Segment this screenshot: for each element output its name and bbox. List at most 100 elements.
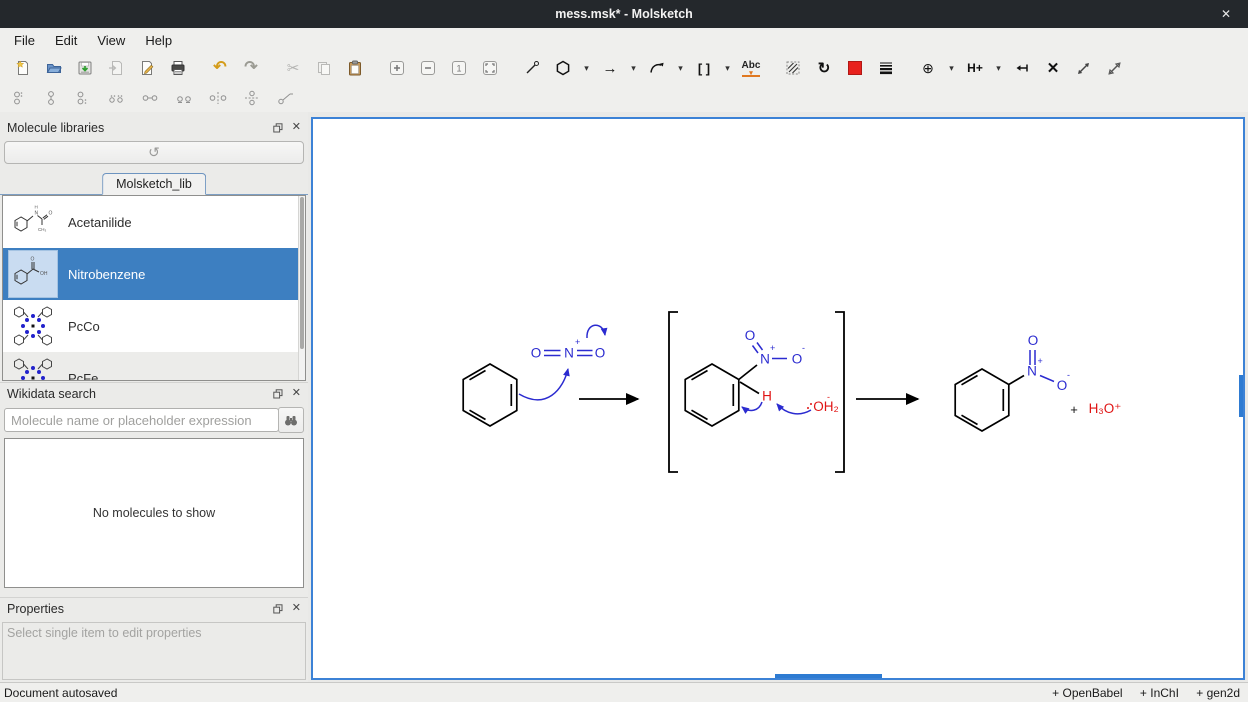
menu-help[interactable]: Help (135, 31, 182, 50)
atom-label-o[interactable]: O (595, 346, 606, 361)
undo-button[interactable]: ↶ (207, 55, 233, 81)
atom-label-h[interactable]: H (762, 389, 772, 404)
float-panel-icon[interactable] (273, 604, 283, 614)
canvas-horizontal-scrollbar-thumb[interactable] (775, 674, 882, 678)
atom-label-oh2[interactable]: OH₂ (813, 399, 839, 414)
connect-tool[interactable] (1009, 55, 1035, 81)
menu-view[interactable]: View (87, 31, 135, 50)
molecule-arrange-icon-8[interactable] (242, 90, 262, 106)
copy-button[interactable] (311, 55, 337, 81)
reaction-arrow-tool[interactable]: → (597, 55, 623, 81)
molecule-search-input[interactable] (4, 408, 279, 432)
ring-tool-dropdown[interactable]: ▾ (581, 63, 592, 74)
hydronium-label[interactable]: H₃O⁺ (1089, 401, 1122, 416)
atom-label-n[interactable]: N (1027, 364, 1037, 379)
atom-label-o[interactable]: O (531, 346, 542, 361)
nitronium-ion[interactable]: O N O + (531, 337, 606, 361)
window-title: mess.msk* - Molsketch (0, 0, 1248, 28)
window-close-icon[interactable]: ✕ (1212, 0, 1240, 28)
atom-label-o[interactable]: O (1057, 378, 1068, 393)
list-item-nitrobenzene[interactable]: OOH Nitrobenzene (3, 248, 305, 300)
mechanism-tool-1-icon (1076, 60, 1092, 76)
atom-label-n[interactable]: N (564, 346, 574, 361)
molecule-arrange-icon-2[interactable] (42, 90, 60, 106)
tab-molsketch-lib[interactable]: Molsketch_lib (102, 173, 206, 195)
menu-file[interactable]: File (4, 31, 45, 50)
atom-label-o[interactable]: O (792, 352, 803, 367)
zoom-fit-button[interactable] (477, 55, 503, 81)
charge-tool[interactable]: ⊕ (915, 55, 941, 81)
float-panel-icon[interactable] (273, 123, 283, 133)
library-scrollbar[interactable] (298, 196, 305, 380)
close-panel-icon[interactable]: ✕ (292, 122, 301, 133)
draw-bond-tool[interactable] (519, 55, 545, 81)
atom-label-o[interactable]: O (745, 328, 756, 343)
color-tool[interactable] (842, 55, 868, 81)
mechanism-tool-2[interactable] (1102, 55, 1128, 81)
molecule-arrange-icon-7[interactable] (208, 90, 228, 106)
atom-label-o[interactable]: O (1028, 333, 1039, 348)
rotate-tool[interactable]: ↻ (811, 55, 837, 81)
status-message: Document autosaved (4, 686, 117, 700)
molecule-arrange-icon-1[interactable] (10, 90, 28, 106)
zoom-in-icon (389, 60, 405, 76)
selection-area-tool[interactable] (780, 55, 806, 81)
pcco-structure-thumbnail (8, 302, 58, 350)
close-panel-icon[interactable]: ✕ (292, 603, 301, 614)
list-item-pcco[interactable]: PcCo (3, 300, 305, 352)
molecule-arrange-icon-6[interactable] (174, 90, 194, 106)
save-button[interactable] (72, 55, 98, 81)
export-button[interactable] (134, 55, 160, 81)
hydrogen-tool-dropdown[interactable]: ▾ (993, 63, 1004, 74)
paste-button[interactable] (342, 55, 368, 81)
mechanism-tool-1[interactable] (1071, 55, 1097, 81)
atom-label-n[interactable]: N (760, 352, 770, 367)
list-item-acetanilide[interactable]: NHOCH₃ Acetanilide (3, 196, 305, 248)
list-item-pcfe[interactable]: PcFe (3, 352, 305, 381)
rotate-icon: ↻ (818, 61, 831, 76)
molecule-arrange-icon-5[interactable] (140, 90, 160, 106)
electron-arrow-h-to-ring[interactable] (742, 402, 762, 410)
electron-arrow-water-to-h[interactable] (777, 404, 811, 414)
reaction-arrow-dropdown[interactable]: ▾ (628, 63, 639, 74)
product-nitrobenzene[interactable]: N + O O - (955, 333, 1070, 431)
bracket-tool[interactable]: [ ] (691, 55, 717, 81)
electron-arrow-no-bond-to-oxygen[interactable] (587, 325, 605, 338)
drawing-canvas[interactable]: O N O + (311, 117, 1245, 680)
molecule-arrange-icon-3[interactable] (74, 90, 92, 106)
cut-button[interactable]: ✂ (280, 55, 306, 81)
left-bracket[interactable] (669, 312, 678, 472)
electron-arrow-benzene-to-nitronium[interactable] (519, 369, 568, 400)
mechanism-arrow-tool[interactable] (644, 55, 670, 81)
redo-button[interactable]: ↷ (238, 55, 264, 81)
ring-tool[interactable] (550, 55, 576, 81)
title-bar[interactable]: mess.msk* - Molsketch ✕ (0, 0, 1248, 28)
mechanism-arrow-dropdown[interactable]: ▾ (675, 63, 686, 74)
text-tool[interactable]: Abc▾ (738, 55, 764, 81)
svg-text:CH₃: CH₃ (38, 227, 46, 232)
molecule-arrange-icon-9[interactable] (276, 90, 296, 106)
library-scrollbar-thumb[interactable] (300, 197, 304, 349)
zoom-out-button[interactable] (415, 55, 441, 81)
menu-edit[interactable]: Edit (45, 31, 87, 50)
molecule-arrange-icon-4[interactable] (106, 90, 126, 106)
refresh-libraries-button[interactable]: ↺ (4, 141, 304, 164)
search-button[interactable] (278, 407, 304, 433)
bracket-tool-dropdown[interactable]: ▾ (722, 63, 733, 74)
reactant-benzene[interactable] (463, 364, 517, 426)
canvas-vertical-scrollbar-thumb[interactable] (1239, 375, 1243, 417)
close-panel-icon[interactable]: ✕ (292, 388, 301, 399)
import-button[interactable] (103, 55, 129, 81)
line-width-tool[interactable] (873, 55, 899, 81)
new-document-button[interactable] (10, 55, 36, 81)
zoom-original-button[interactable]: 1 (446, 55, 472, 81)
delete-tool[interactable]: ✕ (1040, 55, 1066, 81)
charge-tool-dropdown[interactable]: ▾ (946, 63, 957, 74)
zoom-in-button[interactable] (384, 55, 410, 81)
print-button[interactable] (165, 55, 191, 81)
hydrogen-tool[interactable]: H+ (962, 55, 988, 81)
water-base-label[interactable]: OH₂ - (807, 392, 839, 414)
float-panel-icon[interactable] (273, 389, 283, 399)
right-bracket[interactable] (835, 312, 844, 472)
open-file-button[interactable] (41, 55, 67, 81)
